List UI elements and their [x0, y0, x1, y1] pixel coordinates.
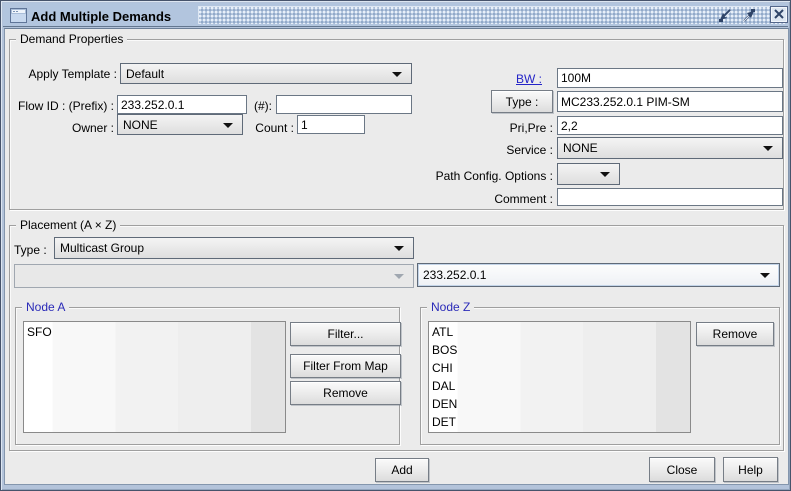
- close-action-button-label: Close: [666, 462, 698, 477]
- window-icon: [10, 8, 27, 26]
- close-action-button[interactable]: Close: [649, 457, 715, 482]
- filter-from-map-button[interactable]: Filter From Map: [290, 354, 401, 378]
- node-a-group-title: Node A: [22, 300, 70, 315]
- list-item[interactable]: DAL: [429, 377, 690, 395]
- list-item[interactable]: DEN: [429, 395, 690, 413]
- service-label: Service :: [506, 143, 553, 157]
- path-config-options-label: Path Config. Options :: [435, 169, 553, 183]
- chevron-down-icon: [223, 122, 233, 128]
- node-a-remove-button-label: Remove: [323, 386, 368, 400]
- help-button-label: Help: [738, 462, 763, 477]
- close-x-icon: [770, 5, 788, 23]
- owner-value: NONE: [123, 117, 158, 132]
- filter-button-label: Filter...: [327, 327, 364, 341]
- filter-button[interactable]: Filter...: [290, 322, 401, 346]
- placement-group: Placement (A × Z) Type : Multicast Group…: [9, 218, 784, 451]
- list-item[interactable]: SFO: [24, 323, 285, 341]
- list-item[interactable]: DET: [429, 413, 690, 431]
- maximize-arrow-icon: [742, 8, 755, 22]
- placement-type-label: Type :: [14, 243, 47, 257]
- placement-type-value: Multicast Group: [60, 241, 145, 255]
- count-field[interactable]: [297, 115, 365, 134]
- placement-type-combobox[interactable]: Multicast Group: [54, 237, 414, 259]
- maximize-button[interactable]: [739, 6, 759, 24]
- chevron-down-icon: [394, 246, 404, 251]
- node-a-remove-button[interactable]: Remove: [290, 381, 401, 405]
- type-button[interactable]: Type :: [491, 90, 553, 113]
- close-button[interactable]: [769, 5, 788, 23]
- pri-pre-field[interactable]: [557, 116, 783, 135]
- comment-field[interactable]: [557, 188, 783, 206]
- flow-number-field[interactable]: [276, 95, 412, 114]
- owner-combobox[interactable]: NONE: [117, 114, 243, 135]
- filter-from-map-button-label: Filter From Map: [303, 359, 388, 373]
- add-button-label: Add: [391, 463, 413, 477]
- demand-properties-group: Demand Properties Apply Template : Defau…: [9, 32, 784, 210]
- title-bar[interactable]: Add Multiple Demands: [3, 3, 788, 27]
- list-item[interactable]: CHI: [429, 359, 690, 377]
- apply-template-combobox[interactable]: Default: [120, 63, 412, 84]
- placement-group-title: Placement (A × Z): [16, 218, 121, 233]
- help-button[interactable]: Help: [723, 457, 778, 482]
- count-label: Count :: [255, 121, 294, 135]
- pri-pre-label: Pri,Pre :: [509, 121, 553, 135]
- flow-prefix-field[interactable]: [117, 95, 247, 114]
- service-combobox[interactable]: NONE: [557, 137, 783, 159]
- multicast-group-value: 233.252.0.1: [423, 268, 487, 282]
- comment-label: Comment :: [494, 192, 553, 206]
- titlebar-texture: [198, 6, 786, 24]
- demand-properties-group-title: Demand Properties: [16, 32, 128, 47]
- node-a-list[interactable]: SFO: [23, 321, 286, 433]
- apply-template-value: Default: [126, 66, 165, 81]
- owner-label: Owner :: [71, 121, 114, 135]
- chevron-down-icon: [392, 71, 402, 77]
- list-item[interactable]: BOS: [429, 341, 690, 359]
- node-a-group: Node A SFO Filter... Filter From Map Rem…: [15, 300, 401, 445]
- chevron-down-icon: [394, 274, 404, 279]
- node-z-list[interactable]: ATL BOS CHI DAL DEN DET: [428, 321, 691, 433]
- bw-label[interactable]: BW :: [442, 72, 542, 86]
- node-z-remove-button-label: Remove: [712, 327, 758, 341]
- add-multiple-demands-dialog: Add Multiple Demands Demand Properties A…: [0, 0, 791, 491]
- type-button-label: Type :: [505, 94, 539, 109]
- minimize-button[interactable]: [715, 6, 735, 24]
- type-field[interactable]: [557, 91, 783, 112]
- apply-template-label: Apply Template :: [28, 67, 118, 81]
- add-button[interactable]: Add: [375, 458, 429, 482]
- chevron-down-icon: [600, 172, 610, 177]
- chevron-down-icon: [763, 146, 773, 151]
- window-title: Add Multiple Demands: [31, 9, 172, 24]
- chevron-down-icon: [760, 273, 770, 278]
- flow-id-label: Flow ID : (Prefix) :: [17, 99, 114, 113]
- node-z-group: Node Z ATL BOS CHI DAL DEN DET Remove: [420, 300, 780, 445]
- list-item[interactable]: ATL: [429, 323, 690, 341]
- node-z-remove-button[interactable]: Remove: [696, 322, 774, 346]
- node-z-group-title: Node Z: [427, 300, 475, 315]
- multicast-group-combobox[interactable]: 233.252.0.1: [417, 263, 780, 287]
- secondary-combobox-disabled: [14, 264, 414, 288]
- service-value: NONE: [563, 141, 598, 155]
- bw-field[interactable]: [557, 68, 783, 88]
- minimize-arrow-icon: [719, 8, 732, 22]
- flow-number-label: (#):: [254, 99, 272, 113]
- path-config-options-combobox[interactable]: [557, 163, 620, 185]
